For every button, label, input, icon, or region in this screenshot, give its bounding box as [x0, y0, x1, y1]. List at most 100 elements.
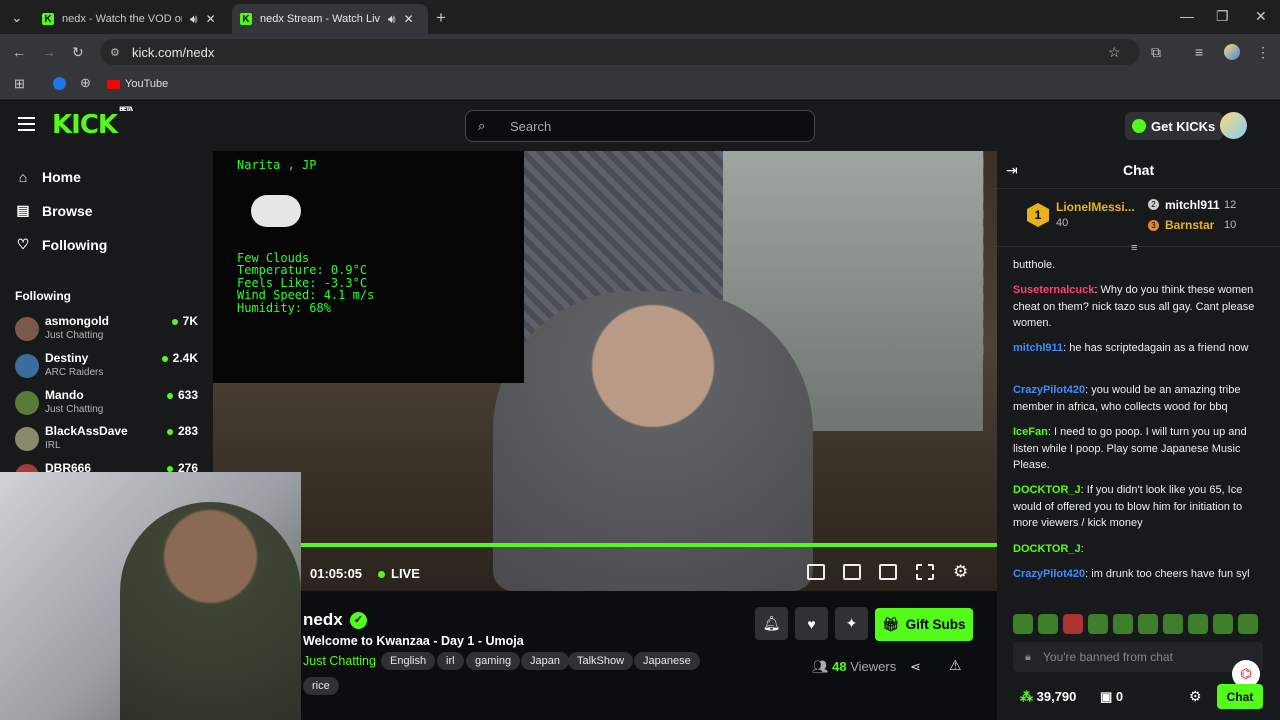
- channel-name[interactable]: nedx: [303, 610, 343, 630]
- menu-kebab-icon[interactable]: ⋮: [1256, 45, 1270, 59]
- emote-icon[interactable]: [1238, 614, 1258, 634]
- notification-bell-button[interactable]: 🔔︎: [755, 607, 788, 640]
- bookmark-star-icon[interactable]: ☆: [1108, 45, 1121, 59]
- sidebar-item-following[interactable]: ♡ Following: [16, 236, 108, 253]
- sidebar-item-browse[interactable]: ▤ Browse: [16, 202, 92, 219]
- bookmark-youtube[interactable]: YouTube: [107, 78, 168, 90]
- emote-icon[interactable]: [1113, 614, 1133, 634]
- chat-send-button[interactable]: Chat: [1217, 684, 1263, 709]
- stream-tag[interactable]: gaming: [466, 652, 521, 670]
- bookmark-label: YouTube: [125, 78, 169, 90]
- chat-username[interactable]: DOCKTOR_J: [1013, 484, 1081, 496]
- stream-tag[interactable]: English: [381, 652, 436, 670]
- site-info-icon[interactable]: ⚙: [110, 46, 120, 59]
- browser-tab-2[interactable]: K nedx Stream - Watch Live o 🔊︎ ✕: [232, 4, 428, 34]
- back-icon[interactable]: ←: [12, 45, 26, 59]
- sidebar-item-home[interactable]: ⌂ Home: [16, 169, 81, 185]
- search-input[interactable]: ⌕ Search: [465, 110, 815, 142]
- sparkle-button[interactable]: ✦: [835, 607, 868, 640]
- leader-name[interactable]: Barnstar: [1165, 218, 1214, 232]
- leader-name[interactable]: mitchl911: [1165, 198, 1220, 212]
- stream-tag[interactable]: irl: [437, 652, 464, 670]
- globe-icon[interactable]: ⊕: [80, 76, 91, 89]
- video-player[interactable]: Narita , JP Few Clouds Temperature: 0.9°…: [213, 151, 997, 591]
- kick-logo[interactable]: KICKBETA: [52, 106, 133, 140]
- emote-icon[interactable]: [1163, 614, 1183, 634]
- search-icon: ⌕: [478, 118, 486, 133]
- chat-settings-icon[interactable]: ⚙: [1189, 688, 1202, 705]
- profile-icon[interactable]: [1224, 44, 1240, 60]
- miniplayer-icon[interactable]: [807, 564, 825, 580]
- drops-counter[interactable]: ▣ 0: [1100, 689, 1123, 705]
- nav-label: Home: [42, 169, 81, 185]
- extensions-icon[interactable]: ⧉: [1151, 45, 1161, 59]
- followed-channel[interactable]: BlackAssDave IRL 283: [15, 424, 200, 458]
- fullscreen-icon[interactable]: [916, 564, 934, 580]
- kicks-coin-icon: [1132, 119, 1146, 133]
- youtube-icon: [107, 79, 120, 89]
- window-close-icon[interactable]: ✕: [1255, 9, 1267, 23]
- chat-message: Suseternalcuck: Why do you think these w…: [1013, 282, 1263, 332]
- tab-close-icon[interactable]: ✕: [404, 12, 414, 26]
- live-progress-bar[interactable]: [301, 543, 997, 547]
- minimize-icon[interactable]: —: [1180, 9, 1194, 23]
- follow-button[interactable]: ♥: [795, 607, 828, 640]
- emote-icon[interactable]: [1063, 614, 1083, 634]
- apps-grid-icon[interactable]: ⊞: [14, 77, 25, 90]
- followed-channel[interactable]: Mando Just Chatting 633: [15, 388, 200, 422]
- channel-points[interactable]: ⁂ 39,790: [1020, 689, 1076, 705]
- viewer-count: 7K: [172, 314, 198, 328]
- gift-subs-label: Gift Subs: [905, 617, 966, 632]
- emote-icon[interactable]: [1013, 614, 1033, 634]
- emote-icon[interactable]: [1088, 614, 1108, 634]
- emote-icon[interactable]: [1213, 614, 1233, 634]
- stream-tag[interactable]: rice: [303, 677, 339, 695]
- leader-name[interactable]: LionelMessi...: [1056, 200, 1135, 214]
- emote-icon[interactable]: [1038, 614, 1058, 634]
- forward-icon[interactable]: →: [42, 45, 56, 59]
- report-icon[interactable]: ⚠: [949, 657, 962, 674]
- hamburger-menu-icon[interactable]: [18, 117, 35, 131]
- maximize-icon[interactable]: ❐: [1216, 9, 1229, 23]
- weather-location: Narita , JP: [237, 158, 317, 172]
- gift-subs-button[interactable]: 🎁︎ Gift Subs: [875, 608, 973, 641]
- weather-overlay: Narita , JP Few Clouds Temperature: 0.9°…: [213, 151, 524, 383]
- user-avatar[interactable]: [1220, 112, 1247, 139]
- chat-username[interactable]: CrazyPilot420: [1013, 568, 1085, 580]
- rank-2-badge: 2: [1148, 199, 1159, 210]
- chat-input-placeholder: You're banned from chat: [1043, 650, 1173, 664]
- kick-favicon-icon: K: [42, 13, 54, 25]
- chat-username[interactable]: Suseternalcuck: [1013, 284, 1094, 296]
- media-icon[interactable]: ≡: [1195, 45, 1203, 59]
- bell-icon: 🔔︎: [762, 615, 781, 631]
- expand-leaderboard-icon[interactable]: ≡: [1131, 242, 1137, 254]
- stream-tag[interactable]: Japanese: [634, 652, 700, 670]
- tab-list-icon[interactable]: ⌄: [11, 10, 23, 24]
- share-icon[interactable]: ⋖: [910, 659, 921, 675]
- stream-category-link[interactable]: Just Chatting: [303, 654, 376, 668]
- url-field[interactable]: ⚙ kick.com/nedx: [100, 39, 1140, 65]
- followed-channel[interactable]: Destiny ARC Raiders 2.4K: [15, 351, 200, 385]
- stream-tag[interactable]: TalkShow: [568, 652, 634, 670]
- clip-icon[interactable]: [843, 564, 861, 580]
- avatar: [15, 427, 39, 451]
- chat-username[interactable]: CrazyPilot420: [1013, 384, 1085, 396]
- chat-username[interactable]: IceFan: [1013, 426, 1048, 438]
- settings-gear-icon[interactable]: ⚙: [953, 562, 968, 582]
- facebook-icon[interactable]: [53, 77, 66, 90]
- new-tab-icon[interactable]: +: [436, 9, 446, 26]
- get-kicks-button[interactable]: Get KICKs: [1125, 112, 1224, 140]
- avatar: [15, 354, 39, 378]
- stream-tag[interactable]: Japan: [521, 652, 569, 670]
- emote-icon[interactable]: [1188, 614, 1208, 634]
- chat-username[interactable]: DOCKTOR_J: [1013, 543, 1081, 555]
- chat-username[interactable]: mitchl911: [1013, 342, 1063, 354]
- theater-mode-icon[interactable]: [879, 564, 897, 580]
- tab-close-icon[interactable]: ✕: [206, 12, 216, 26]
- browser-tab-1[interactable]: K nedx - Watch the VOD on K 🔊︎ ✕: [34, 4, 230, 34]
- collapse-chat-icon[interactable]: ⇥: [1006, 162, 1018, 179]
- reload-icon[interactable]: ↻: [72, 45, 84, 59]
- chat-input[interactable]: 🔒︎ You're banned from chat: [1013, 642, 1263, 672]
- emote-icon[interactable]: [1138, 614, 1158, 634]
- followed-channel[interactable]: asmongold Just Chatting 7K: [15, 314, 200, 348]
